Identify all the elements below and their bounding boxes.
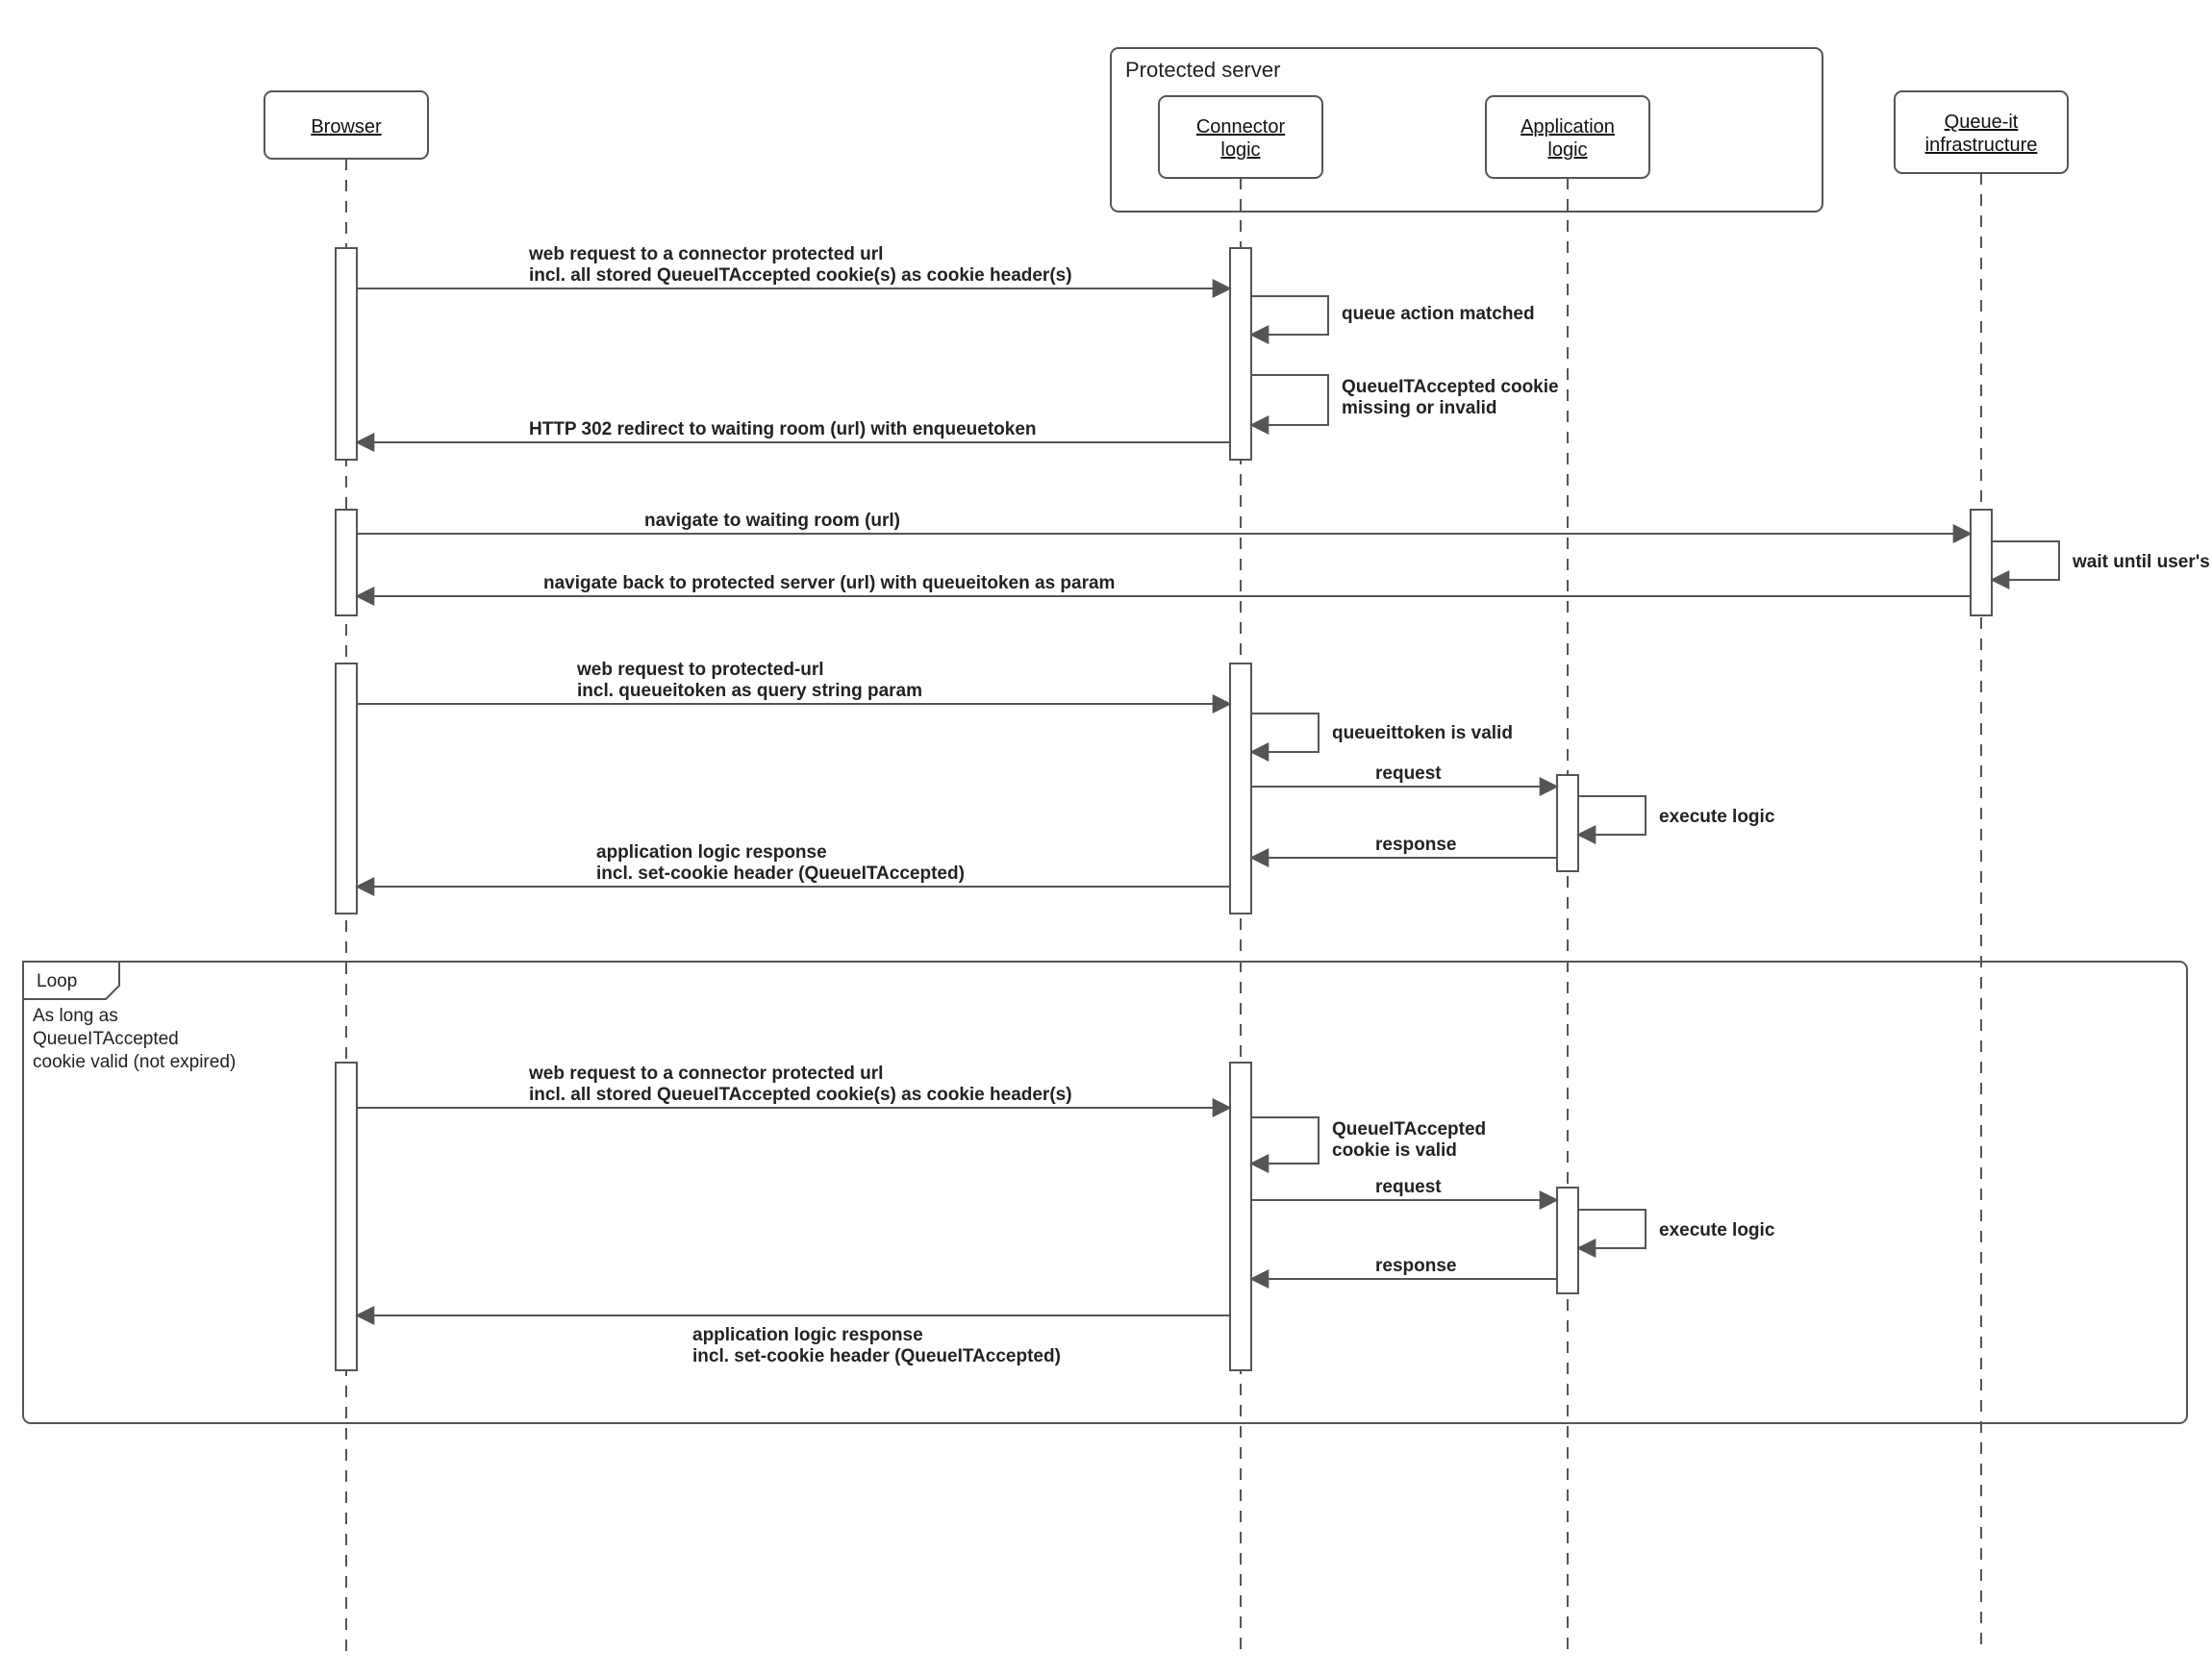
self-exec-logic-label: execute logic (1659, 807, 1775, 827)
actor-application-label1: Application (1521, 116, 1615, 138)
msg-response-app-label: response (1375, 835, 1456, 855)
activation-connector-1 (1230, 248, 1251, 460)
self-L-exec-label: execute logic (1659, 1220, 1775, 1240)
msg-L-app-response-l1: application logic response (692, 1325, 923, 1345)
self-queue-action-matched-label: queue action matched (1342, 304, 1535, 324)
msg-L-request-app-label: request (1375, 1177, 1442, 1197)
activation-connector-3 (1230, 664, 1251, 914)
msg-L-response-app-label: response (1375, 1256, 1456, 1276)
activation-queueit-1 (1971, 510, 1992, 615)
loop-guard-l3: cookie valid (not expired) (33, 1052, 236, 1072)
self-cookie-missing (1251, 375, 1328, 425)
msg-initial-request-l1: web request to a connector protected url (528, 244, 883, 264)
msg-302-redirect-label: HTTP 302 redirect to waiting room (url) … (529, 419, 1037, 439)
activation-browser-2 (336, 510, 357, 615)
msg-L-request-l1: web request to a connector protected url (528, 1064, 883, 1084)
msg-req-with-token-l2: incl. queueitoken as query string param (577, 681, 922, 701)
msg-app-response-l1: application logic response (596, 842, 827, 863)
msg-nav-waitingroom-label: navigate to waiting room (url) (644, 511, 900, 531)
self-wait-turn-label: wait until user's turn (2072, 552, 2212, 572)
actor-application-label2: logic (1547, 139, 1587, 161)
loop-guard-l1: As long as (33, 1006, 118, 1026)
self-L-cookie-valid (1251, 1117, 1319, 1164)
msg-request-app-label: request (1375, 764, 1442, 784)
self-cookie-missing-l1: QueueITAccepted cookie (1342, 377, 1559, 397)
self-L-cookie-valid-l1: QueueITAccepted (1332, 1119, 1486, 1140)
msg-nav-back-label: navigate back to protected server (url) … (543, 573, 1115, 593)
activation-application-L (1557, 1188, 1578, 1293)
actor-queueit-label2: infrastructure (1925, 135, 2038, 156)
self-token-valid-label: queueittoken is valid (1332, 723, 1513, 743)
activation-browser-1 (336, 248, 357, 460)
msg-app-response-l2: incl. set-cookie header (QueueITAccepted… (596, 864, 965, 884)
activation-browser-L (336, 1063, 357, 1370)
self-token-valid (1251, 714, 1319, 752)
actor-browser-label: Browser (311, 116, 382, 138)
activation-browser-3 (336, 664, 357, 914)
loop-guard-l2: QueueITAccepted (33, 1029, 179, 1049)
actor-queueit-label1: Queue-it (1945, 112, 2019, 133)
self-wait-turn (1992, 541, 2059, 580)
activation-connector-L (1230, 1063, 1251, 1370)
msg-req-with-token-l1: web request to protected-url (576, 660, 824, 680)
self-cookie-missing-l2: missing or invalid (1342, 398, 1497, 418)
actor-connector-label1: Connector (1196, 116, 1286, 138)
actor-connector-label2: logic (1220, 139, 1260, 161)
self-L-cookie-valid-l2: cookie is valid (1332, 1140, 1457, 1161)
self-exec-logic (1578, 796, 1646, 835)
msg-L-app-response-l2: incl. set-cookie header (QueueITAccepted… (692, 1346, 1061, 1366)
sequence-diagram: Protected server Browser Connector logic… (0, 0, 2212, 1678)
loop-tab-label: Loop (37, 971, 77, 991)
self-queue-action-matched (1251, 296, 1328, 335)
activation-application-3 (1557, 775, 1578, 871)
self-L-exec (1578, 1210, 1646, 1248)
msg-L-request-l2: incl. all stored QueueITAccepted cookie(… (529, 1085, 1072, 1105)
msg-initial-request-l2: incl. all stored QueueITAccepted cookie(… (529, 265, 1072, 286)
protected-server-title: Protected server (1125, 58, 1280, 82)
